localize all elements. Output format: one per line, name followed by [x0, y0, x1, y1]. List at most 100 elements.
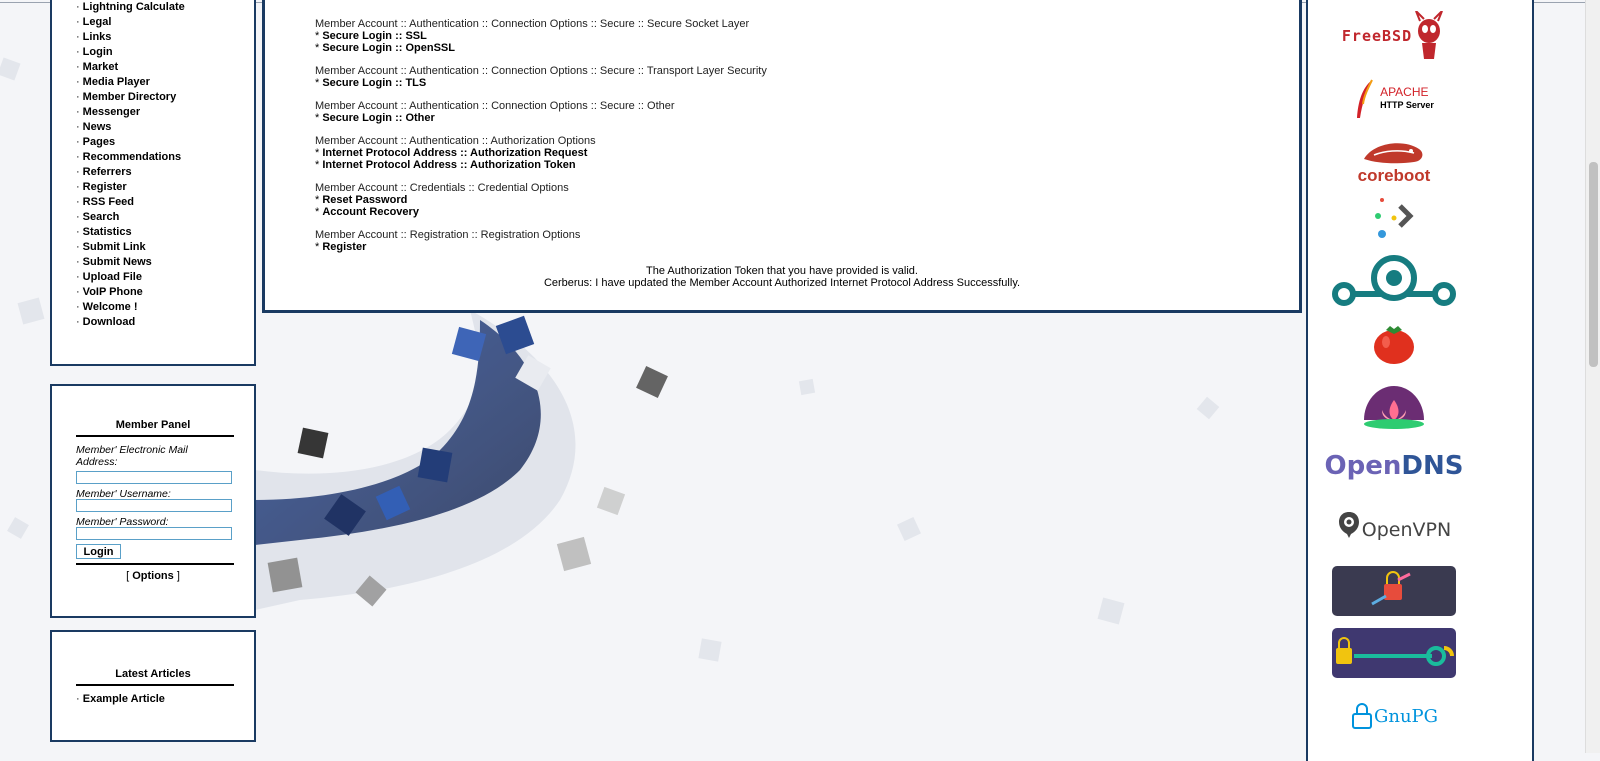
nav-link[interactable]: Welcome !	[83, 301, 138, 313]
nav-link[interactable]: Recommendations	[83, 151, 181, 163]
nav-link[interactable]: Login	[83, 46, 113, 58]
tomato-logo[interactable]	[1332, 320, 1456, 366]
nav-link[interactable]: Referrers	[83, 166, 132, 178]
nav-item[interactable]: · Welcome !	[76, 300, 185, 315]
option-group-path: Member Account :: Authentication :: Conn…	[315, 18, 750, 30]
nav-item[interactable]: · Login	[76, 45, 185, 60]
option-link[interactable]: Secure Login :: OpenSSL	[322, 42, 455, 54]
opendns-logo[interactable]: OpenDNS	[1325, 446, 1464, 486]
nav-item[interactable]: · Media Player	[76, 75, 185, 90]
nav-link[interactable]: Submit Link	[83, 241, 146, 253]
option-item: * Secure Login :: OpenSSL	[315, 42, 749, 54]
option-link[interactable]: Secure Login :: TLS	[322, 77, 426, 89]
lotus-logo[interactable]	[1332, 380, 1456, 430]
email-field[interactable]	[76, 471, 232, 484]
freebsd-logo[interactable]: FreeBSD	[1332, 6, 1456, 66]
bullet: ·	[76, 286, 80, 298]
bullet: ·	[76, 226, 80, 238]
arrow-dots-logo[interactable]	[1332, 196, 1456, 240]
bullet: ·	[76, 106, 80, 118]
nav-link[interactable]: Pages	[83, 136, 115, 148]
scrollbar-thumb[interactable]	[1589, 162, 1598, 367]
nav-link[interactable]: News	[83, 121, 112, 133]
nav-link[interactable]: Search	[83, 211, 120, 223]
nav-item[interactable]: · Legal	[76, 15, 185, 30]
option-link[interactable]: Internet Protocol Address :: Authorizati…	[322, 159, 575, 171]
bracket: ]	[173, 570, 180, 582]
bullet: ·	[76, 241, 80, 253]
nav-link[interactable]: Member Directory	[83, 91, 177, 103]
nav-item[interactable]: · News	[76, 120, 185, 135]
option-link[interactable]: Secure Login :: Other	[322, 112, 434, 124]
nav-item[interactable]: · RSS Feed	[76, 195, 185, 210]
nav-link[interactable]: Media Player	[83, 76, 150, 88]
nav-item[interactable]: · Market	[76, 60, 185, 75]
email-label: Member' Electronic Mail Address:	[76, 444, 188, 468]
bullet: ·	[76, 61, 80, 73]
option-link[interactable]: Secure Login :: SSL	[322, 30, 427, 42]
nav-item[interactable]: · Search	[76, 210, 185, 225]
article-link[interactable]: Example Article	[83, 693, 165, 705]
lineageos-logo[interactable]	[1332, 254, 1456, 308]
nav-link[interactable]: Statistics	[83, 226, 132, 238]
nav-item[interactable]: · Referrers	[76, 165, 185, 180]
vertical-scrollbar[interactable]	[1585, 0, 1600, 753]
nav-item[interactable]: · Download	[76, 315, 185, 330]
option-link[interactable]: Reset Password	[322, 194, 407, 206]
option-group-path: Member Account :: Authentication :: Conn…	[315, 100, 675, 112]
nav-link[interactable]: Market	[83, 61, 118, 73]
nav-link[interactable]: Upload File	[83, 271, 142, 283]
openvpn-logo[interactable]: OpenVPN	[1332, 510, 1456, 550]
option-item: * Reset Password	[315, 194, 569, 206]
nav-item[interactable]: · Recommendations	[76, 150, 185, 165]
latest-articles-panel: Latest Articles · Example Article	[50, 630, 256, 742]
lotus-icon	[1364, 386, 1424, 429]
latest-articles-title: Latest Articles	[115, 668, 191, 680]
nav-link[interactable]: Submit News	[83, 256, 152, 268]
option-link[interactable]: Account Recovery	[322, 206, 419, 218]
encryption-badge-2[interactable]	[1332, 628, 1456, 678]
rabbit-icon	[1364, 143, 1423, 164]
options-link[interactable]: Options	[132, 570, 174, 582]
login-button[interactable]: Login	[76, 544, 121, 559]
nav-item[interactable]: · Register	[76, 180, 185, 195]
option-link[interactable]: Internet Protocol Address :: Authorizati…	[322, 147, 587, 159]
nav-item[interactable]: · Pages	[76, 135, 185, 150]
password-field[interactable]	[76, 527, 232, 540]
lock-keys-icon	[1332, 566, 1456, 616]
option-item: * Secure Login :: SSL	[315, 30, 749, 42]
nav-item[interactable]: · Member Directory	[76, 90, 185, 105]
gnupg-key-icon	[1351, 703, 1372, 729]
navigation-list: ·Language·Lightning Calculate·Legal·Link…	[76, 0, 185, 330]
tomato-icon	[1374, 326, 1414, 364]
option-group: Member Account :: Authentication :: Conn…	[315, 100, 675, 124]
nav-link[interactable]: Links	[83, 31, 112, 43]
nav-item[interactable]: · Submit Link	[76, 240, 185, 255]
nav-item[interactable]: · Statistics	[76, 225, 185, 240]
encryption-badge-1[interactable]	[1332, 566, 1456, 616]
nav-link[interactable]: VoIP Phone	[83, 286, 143, 298]
gnupg-logo[interactable]: GnuPG	[1332, 696, 1456, 736]
dots-arrow-icon	[1375, 198, 1414, 238]
nav-link[interactable]: Legal	[83, 16, 112, 28]
coreboot-logo[interactable]: coreboot	[1332, 132, 1456, 190]
status-message-detail: Cerberus: I have updated the Member Acco…	[543, 277, 1021, 289]
nav-item[interactable]: · Upload File	[76, 270, 185, 285]
bullet: ·	[76, 211, 80, 223]
apache-logo[interactable]: APACHE HTTP Server	[1332, 74, 1456, 124]
nav-item[interactable]: · VoIP Phone	[76, 285, 185, 300]
nav-link[interactable]: Messenger	[83, 106, 140, 118]
bullet: ·	[76, 76, 80, 88]
nav-item[interactable]: · Lightning Calculate	[76, 0, 185, 15]
nav-link[interactable]: RSS Feed	[83, 196, 134, 208]
nav-item[interactable]: · Links	[76, 30, 185, 45]
list-item[interactable]: · Example Article	[76, 693, 165, 705]
status-message: The Authorization Token that you have pr…	[646, 265, 918, 277]
nav-link[interactable]: Lightning Calculate	[83, 1, 185, 13]
nav-link[interactable]: Download	[83, 316, 136, 328]
nav-item[interactable]: · Messenger	[76, 105, 185, 120]
option-link[interactable]: Register	[322, 241, 366, 253]
nav-item[interactable]: · Submit News	[76, 255, 185, 270]
username-field[interactable]	[76, 499, 232, 512]
nav-link[interactable]: Register	[83, 181, 127, 193]
